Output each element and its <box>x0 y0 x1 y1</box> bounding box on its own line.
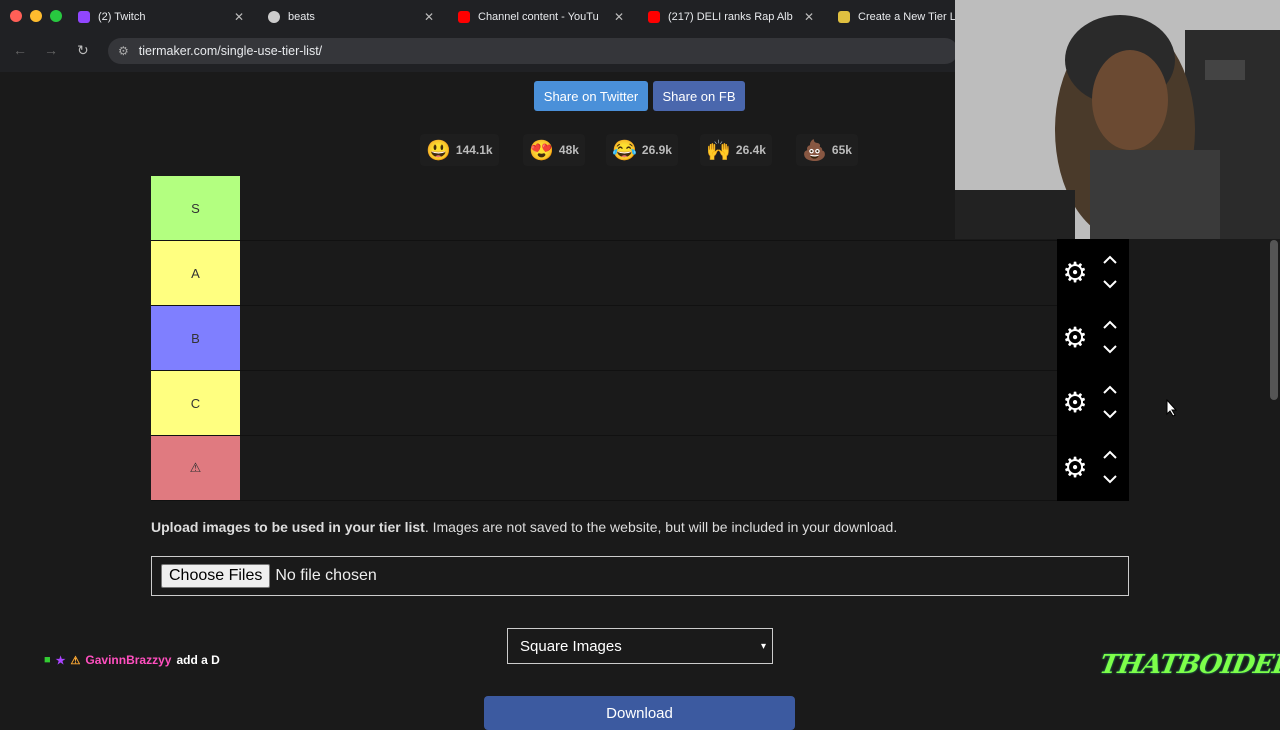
chevron-down-icon: ▾ <box>760 640 766 652</box>
star-badge-icon: ★ <box>55 654 66 667</box>
chevron-up-icon[interactable] <box>1101 318 1119 332</box>
download-button[interactable]: Download <box>484 696 795 730</box>
share-fb-button[interactable]: Share on FB <box>653 81 745 111</box>
chevron-up-icon[interactable] <box>1101 383 1119 397</box>
upload-instructions: Upload images to be used in your tier li… <box>151 519 897 535</box>
tab-channel-content[interactable]: Channel content - YouTu ✕ <box>458 6 624 28</box>
heart-eyes-emoji-icon: 😍 <box>529 139 554 162</box>
chevron-down-icon[interactable] <box>1101 277 1119 291</box>
chevron-down-icon[interactable] <box>1101 342 1119 356</box>
minimize-window-button[interactable] <box>30 10 42 22</box>
window-controls <box>10 10 62 22</box>
badge-icon: ⚠ <box>70 654 81 667</box>
chat-username: GavinnBrazzyy <box>85 653 172 667</box>
badge-icon: ■ <box>44 654 51 666</box>
site-info-icon[interactable]: ⚙ <box>118 44 129 58</box>
file-input[interactable]: Choose Files No file chosen <box>151 556 1129 596</box>
gear-icon[interactable]: ⚙ <box>1061 454 1089 482</box>
webcam-overlay <box>955 0 1280 239</box>
tier-controls: ⚙ <box>1057 436 1129 501</box>
tier-label[interactable]: S <box>151 176 240 240</box>
tier-label[interactable]: ⚠ <box>151 436 240 500</box>
upload-instructions-bold: Upload images to be used in your tier li… <box>151 519 425 535</box>
upload-instructions-rest: . Images are not saved to the website, b… <box>424 519 898 535</box>
laugh-emoji-icon: 😂 <box>612 139 637 162</box>
tab-close-icon[interactable]: ✕ <box>614 10 624 24</box>
disc-icon <box>268 11 280 23</box>
reaction-count: 65k <box>831 143 852 157</box>
tier-drop-zone[interactable] <box>241 436 1057 500</box>
tier-label[interactable]: B <box>151 306 240 370</box>
share-twitter-button[interactable]: Share on Twitter <box>534 81 648 111</box>
chevron-up-icon[interactable] <box>1101 448 1119 462</box>
chat-text: add a D <box>176 653 220 667</box>
tab-label: beats <box>288 11 315 23</box>
tier-label[interactable]: A <box>151 241 240 305</box>
tier-row: C ⚙ <box>151 371 1129 436</box>
select-value: Square Images <box>520 637 622 655</box>
tier-row: ⚠ ⚙ <box>151 436 1129 501</box>
reaction-count: 48k <box>558 143 579 157</box>
tier-drop-zone[interactable] <box>241 241 1057 305</box>
mouse-cursor-icon <box>1166 399 1178 417</box>
address-text: tiermaker.com/single-use-tier-list/ <box>138 44 323 58</box>
tier-label[interactable]: C <box>151 371 240 435</box>
tier-drop-zone[interactable] <box>241 176 1057 240</box>
tier-drop-zone[interactable] <box>241 371 1057 435</box>
tier-row: A ⚙ <box>151 241 1129 306</box>
reaction-poop[interactable]: 💩 65k <box>796 134 858 166</box>
chevron-up-icon[interactable] <box>1101 253 1119 267</box>
gear-icon[interactable]: ⚙ <box>1061 259 1089 287</box>
tier-row: B ⚙ <box>151 306 1129 371</box>
raised-hands-emoji-icon: 🙌 <box>706 139 731 162</box>
youtube-icon <box>458 11 470 23</box>
reaction-raised-hands[interactable]: 🙌 26.4k <box>700 134 772 166</box>
tab-beats[interactable]: beats ✕ <box>268 6 434 28</box>
reaction-smile[interactable]: 😃 144.1k <box>420 134 499 166</box>
address-bar[interactable]: ⚙ tiermaker.com/single-use-tier-list/ <box>108 38 958 64</box>
reaction-heart-eyes[interactable]: 😍 48k <box>523 134 585 166</box>
streamer-logo: THATBOIDELI <box>1097 650 1280 680</box>
chat-message: ■ ★ ⚠ GavinnBrazzyy add a D <box>44 653 220 667</box>
tab-close-icon[interactable]: ✕ <box>424 10 434 24</box>
reaction-count: 144.1k <box>455 143 493 157</box>
scrollbar-thumb[interactable] <box>1270 240 1278 400</box>
twitch-icon <box>78 11 90 23</box>
tab-label: Create a New Tier L <box>858 11 956 23</box>
tier-controls: ⚙ <box>1057 306 1129 371</box>
chevron-down-icon[interactable] <box>1101 407 1119 421</box>
poop-emoji-icon: 💩 <box>802 139 827 162</box>
choose-files-button[interactable]: Choose Files <box>161 564 271 588</box>
image-shape-select[interactable]: Square Images ▾ <box>507 628 773 664</box>
tab-label: (217) DELI ranks Rap Alb <box>668 11 793 23</box>
gear-icon[interactable]: ⚙ <box>1061 324 1089 352</box>
maximize-window-button[interactable] <box>50 10 62 22</box>
reaction-laugh[interactable]: 😂 26.9k <box>606 134 678 166</box>
chevron-down-icon[interactable] <box>1101 472 1119 486</box>
back-icon[interactable]: ← <box>13 42 27 58</box>
smile-emoji-icon: 😃 <box>426 139 451 162</box>
gear-icon[interactable]: ⚙ <box>1061 389 1089 417</box>
tier-drop-zone[interactable] <box>241 306 1057 370</box>
forward-icon[interactable]: → <box>44 42 58 58</box>
tab-tiermaker[interactable]: Create a New Tier L <box>838 6 956 28</box>
tier-controls: ⚙ <box>1057 371 1129 436</box>
tab-close-icon[interactable]: ✕ <box>234 10 244 24</box>
tab-deli-ranks[interactable]: (217) DELI ranks Rap Alb ✕ <box>648 6 814 28</box>
tab-label: (2) Twitch <box>98 11 146 23</box>
tiermaker-icon <box>838 11 850 23</box>
tab-close-icon[interactable]: ✕ <box>804 10 814 24</box>
file-status: No file chosen <box>275 567 377 584</box>
reaction-count: 26.9k <box>641 143 672 157</box>
close-window-button[interactable] <box>10 10 22 22</box>
tab-twitch[interactable]: (2) Twitch ✕ <box>78 6 244 28</box>
youtube-icon <box>648 11 660 23</box>
reaction-count: 26.4k <box>735 143 766 157</box>
tab-label: Channel content - YouTu <box>478 11 599 23</box>
tier-controls: ⚙ <box>1057 241 1129 306</box>
reload-icon[interactable]: ↻ <box>77 42 89 59</box>
